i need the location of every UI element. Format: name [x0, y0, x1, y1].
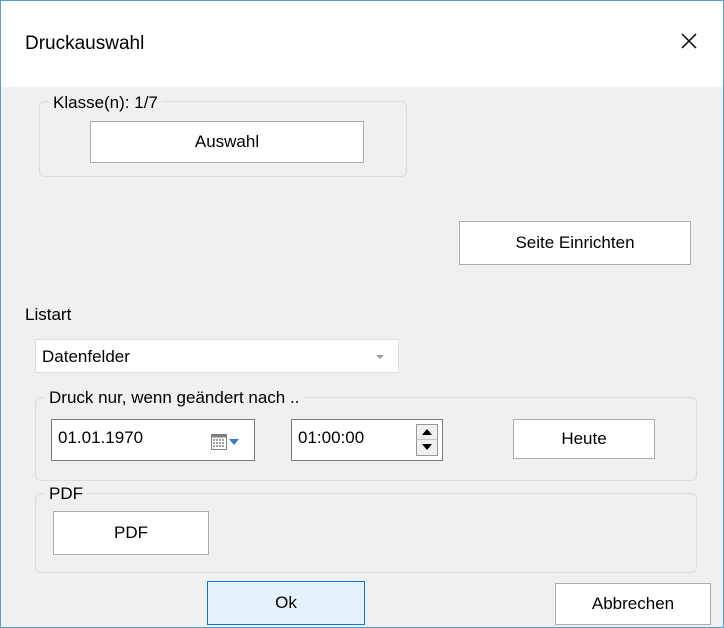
close-button[interactable]	[673, 25, 705, 57]
title-bar: Druckauswahl	[1, 1, 723, 87]
changed-after-group-legend: Druck nur, wenn geändert nach ..	[45, 388, 304, 408]
time-spinner[interactable]	[416, 424, 438, 456]
calendar-icon[interactable]	[211, 434, 227, 450]
dialog-title: Druckauswahl	[25, 33, 145, 54]
date-picker[interactable]: 01.01.1970	[51, 419, 255, 461]
class-select-button[interactable]: Auswahl	[90, 121, 364, 163]
pdf-button[interactable]: PDF	[53, 511, 209, 555]
spin-up-icon[interactable]	[417, 425, 437, 440]
chevron-down-icon	[376, 355, 384, 359]
time-value: 01:00:00	[298, 428, 365, 447]
print-selection-dialog: Druckauswahl Klasse(n): 1/7 Auswahl Seit…	[0, 0, 724, 628]
list-type-dropdown[interactable]: Datenfelder	[35, 339, 399, 373]
spin-down-icon[interactable]	[417, 440, 437, 455]
list-type-label: Listart	[25, 305, 72, 324]
class-group-legend: Klasse(n): 1/7	[49, 93, 162, 113]
cancel-button[interactable]: Abbrechen	[555, 583, 711, 625]
date-value: 01.01.1970	[58, 428, 144, 447]
pdf-group-legend: PDF	[45, 484, 87, 504]
time-field[interactable]: 01:00:00	[291, 419, 443, 461]
today-button[interactable]: Heute	[513, 419, 655, 459]
date-dropdown-arrow-icon[interactable]	[229, 439, 239, 445]
page-setup-button[interactable]: Seite Einrichten	[459, 221, 691, 265]
ok-button[interactable]: Ok	[207, 581, 365, 625]
list-type-selected: Datenfelder	[42, 347, 130, 366]
close-icon	[681, 33, 697, 49]
